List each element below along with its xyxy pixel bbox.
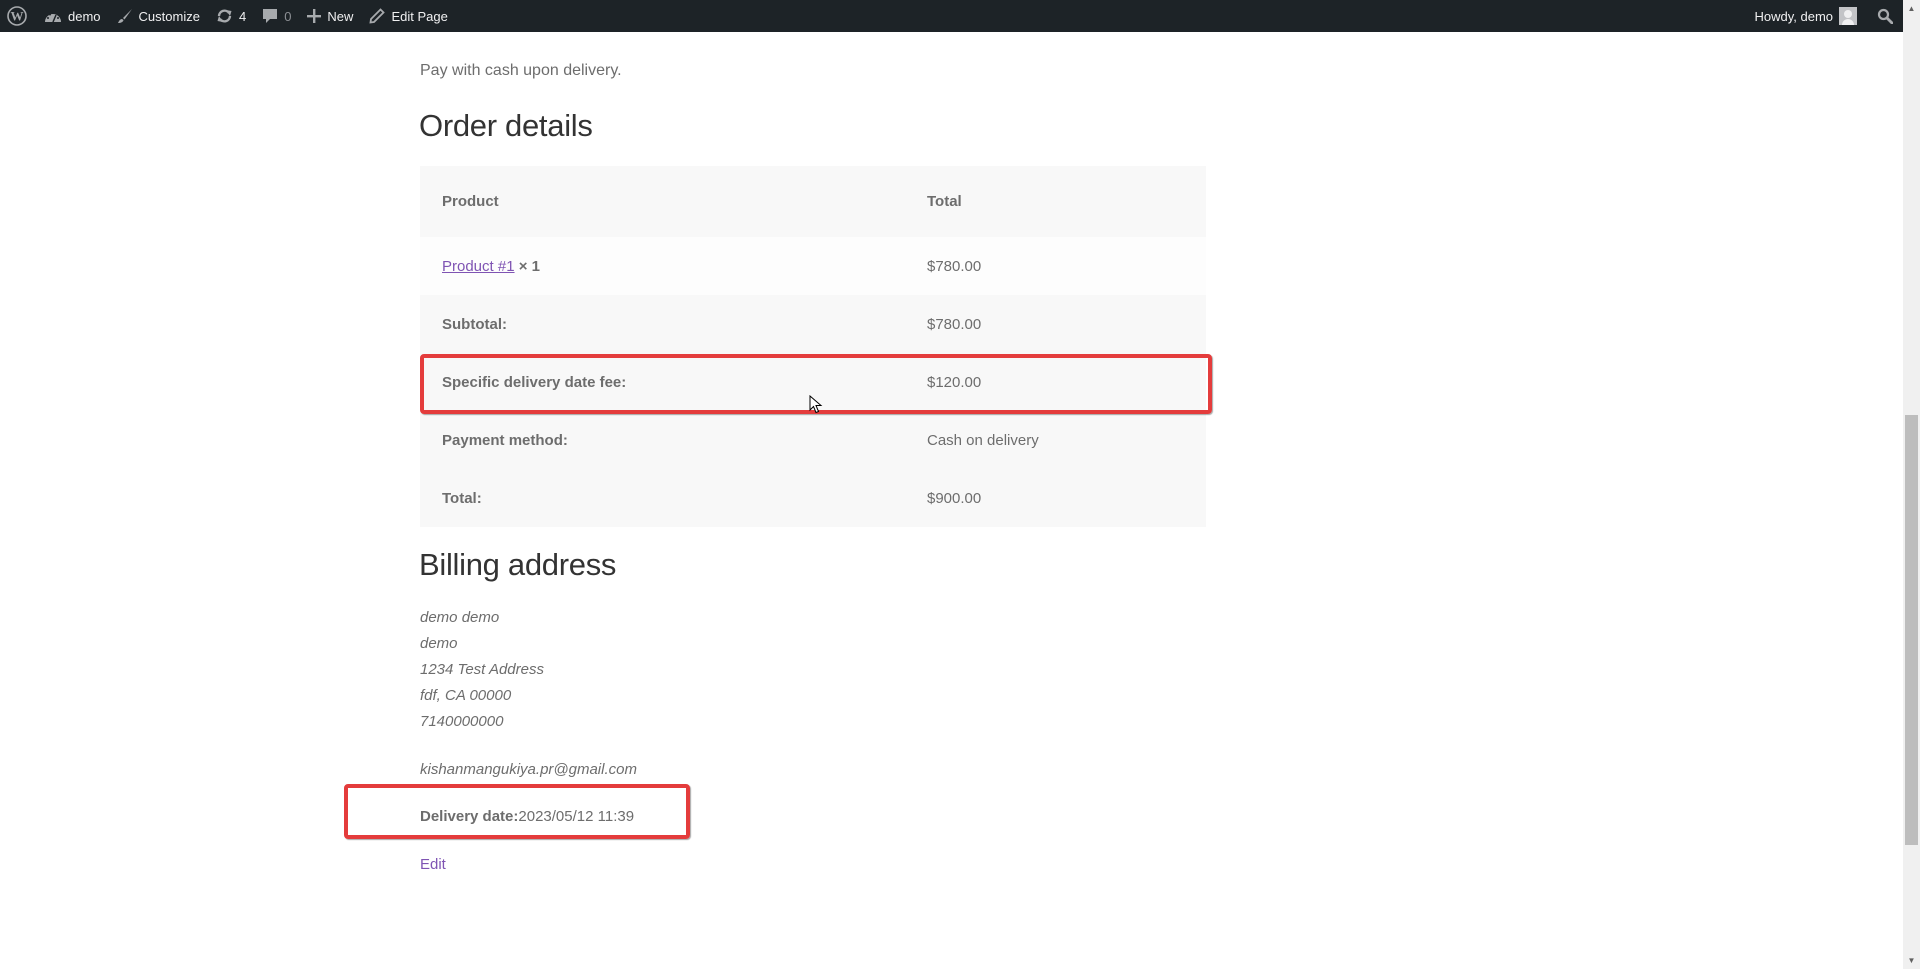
billing-email: kishanmangukiya.pr@gmail.com — [420, 761, 637, 778]
address-line: 1234 Test Address — [420, 661, 544, 678]
address-line: fdf, CA 00000 — [420, 687, 512, 704]
updates-count: 4 — [238, 8, 247, 24]
delivery-date-value: 2023/05/12 11:39 — [518, 808, 635, 825]
svg-text:W: W — [11, 9, 24, 24]
site-name-menu[interactable]: demo — [36, 0, 109, 32]
table-header-row: Product Total — [420, 166, 1206, 237]
updates-icon — [216, 8, 233, 24]
scrollbar-thumb[interactable] — [1905, 415, 1918, 845]
billing-address-heading: Billing address — [419, 547, 617, 582]
billing-address: demo demo demo 1234 Test Address fdf, CA… — [420, 605, 637, 783]
my-account-menu[interactable]: Howdy, demo — [1746, 0, 1865, 32]
scroll-down-arrow-icon[interactable]: ▼ — [1903, 952, 1920, 969]
edit-page-button[interactable]: Edit Page — [361, 0, 455, 32]
billing-phone: 7140000000 — [420, 713, 504, 730]
wordpress-logo-icon: W — [7, 6, 27, 26]
pencil-icon — [369, 8, 386, 24]
product-link[interactable]: Product #1 — [442, 258, 515, 275]
total-value: $900.00 — [905, 469, 1206, 527]
greeting-label: Howdy, demo — [1754, 8, 1833, 24]
product-quantity: × 1 — [518, 257, 540, 275]
total-column-header: Total — [905, 166, 1206, 237]
scroll-up-arrow-icon[interactable]: ▲ — [1903, 0, 1920, 17]
order-details-table: Product Total Product #1 × 1 $780.00 Sub… — [420, 166, 1206, 527]
address-line: demo — [420, 635, 458, 652]
delivery-date-label: Delivery date: — [420, 808, 519, 825]
payment-method-label: Payment method: — [420, 411, 905, 469]
customize-button[interactable]: Customize — [109, 0, 208, 32]
edit-address-link[interactable]: Edit — [420, 856, 446, 873]
product-cell: Product #1 × 1 — [420, 237, 905, 295]
page-scrollbar[interactable]: ▲ ▼ — [1903, 0, 1920, 969]
subtotal-value: $780.00 — [905, 295, 1206, 353]
subtotal-label: Subtotal: — [420, 295, 905, 353]
delivery-fee-value: $120.00 — [905, 353, 1206, 411]
avatar-icon — [1839, 7, 1857, 25]
updates-button[interactable]: 4 — [208, 0, 254, 32]
order-details-heading: Order details — [419, 108, 593, 143]
new-label: New — [327, 8, 354, 24]
site-name-label: demo — [68, 8, 101, 24]
new-content-button[interactable]: New — [299, 0, 361, 32]
edit-page-label: Edit Page — [391, 8, 448, 24]
customize-label: Customize — [138, 8, 200, 24]
payment-method-row: Payment method: Cash on delivery — [420, 411, 1206, 469]
delivery-fee-label: Specific delivery date fee: — [420, 353, 905, 411]
total-row: Total: $900.00 — [420, 469, 1206, 527]
delivery-date: Delivery date:2023/05/12 11:39 — [420, 808, 634, 825]
brush-icon — [117, 8, 133, 24]
total-label: Total: — [420, 469, 905, 527]
product-total: $780.00 — [905, 237, 1206, 295]
comments-count: 0 — [284, 8, 292, 24]
product-column-header: Product — [420, 166, 905, 237]
search-icon — [1877, 8, 1893, 24]
payment-instructions: Pay with cash upon delivery. — [420, 62, 622, 79]
comment-icon — [262, 8, 278, 24]
dashboard-icon — [44, 9, 62, 23]
mouse-cursor-icon — [809, 395, 823, 414]
order-item-row: Product #1 × 1 $780.00 — [420, 237, 1206, 295]
subtotal-row: Subtotal: $780.00 — [420, 295, 1206, 353]
payment-method-value: Cash on delivery — [905, 411, 1206, 469]
search-button[interactable] — [1865, 0, 1903, 32]
admin-bar: W demo Customize 4 0 New Edit Page Howdy… — [0, 0, 1903, 32]
plus-icon — [307, 9, 322, 23]
wordpress-menu[interactable]: W — [0, 0, 36, 32]
comments-button[interactable]: 0 — [254, 0, 299, 32]
address-line: demo demo — [420, 609, 500, 626]
